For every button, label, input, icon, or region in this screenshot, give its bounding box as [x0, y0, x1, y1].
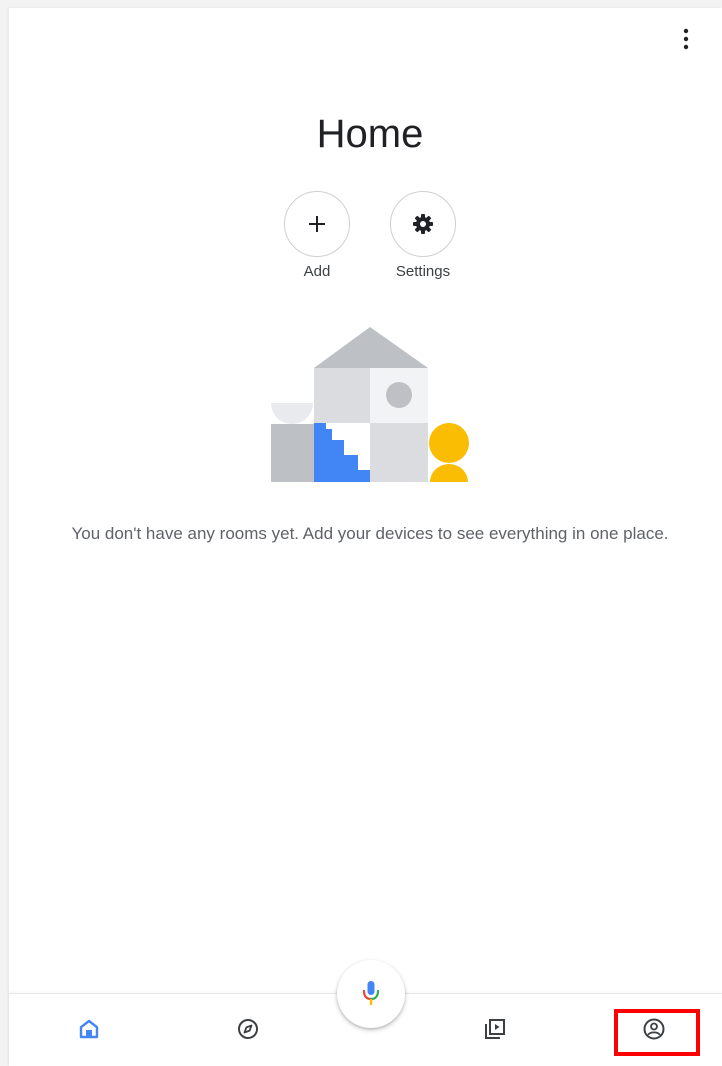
home-icon: [79, 1019, 99, 1039]
nav-home[interactable]: [69, 1009, 109, 1049]
more-options-button[interactable]: [671, 24, 701, 54]
left-block: [271, 424, 314, 482]
nav-discover[interactable]: [228, 1009, 268, 1049]
nav-media[interactable]: [475, 1009, 515, 1049]
account-highlight-box: [614, 1009, 700, 1056]
media-icon: [485, 1019, 505, 1039]
microphone-icon: [362, 981, 380, 1005]
roof-shape: [314, 327, 428, 368]
assistant-mic-button[interactable]: [337, 960, 405, 1028]
add-circle: [284, 191, 350, 257]
house-illustration: [271, 327, 469, 482]
add-button[interactable]: Add: [272, 191, 362, 281]
gear-icon: [413, 214, 433, 234]
add-label: Add: [303, 263, 331, 280]
settings-button[interactable]: Settings: [378, 191, 468, 281]
empty-state-message: You don't have any rooms yet. Add your d…: [71, 524, 669, 543]
upper-left-block: [314, 368, 370, 423]
settings-circle: [390, 191, 456, 257]
more-vert-icon: [683, 28, 689, 50]
bowl-shape: [271, 403, 313, 424]
person-body: [430, 464, 468, 482]
lower-right-block: [370, 423, 428, 482]
settings-label: Settings: [395, 263, 451, 280]
person-head: [429, 423, 469, 463]
app-screen: Home Add Settings You don't have any roo…: [0, 0, 722, 1066]
page-title: Home: [316, 112, 424, 156]
plus-icon: [309, 216, 325, 232]
compass-icon: [238, 1019, 258, 1039]
window-circle: [386, 382, 412, 408]
